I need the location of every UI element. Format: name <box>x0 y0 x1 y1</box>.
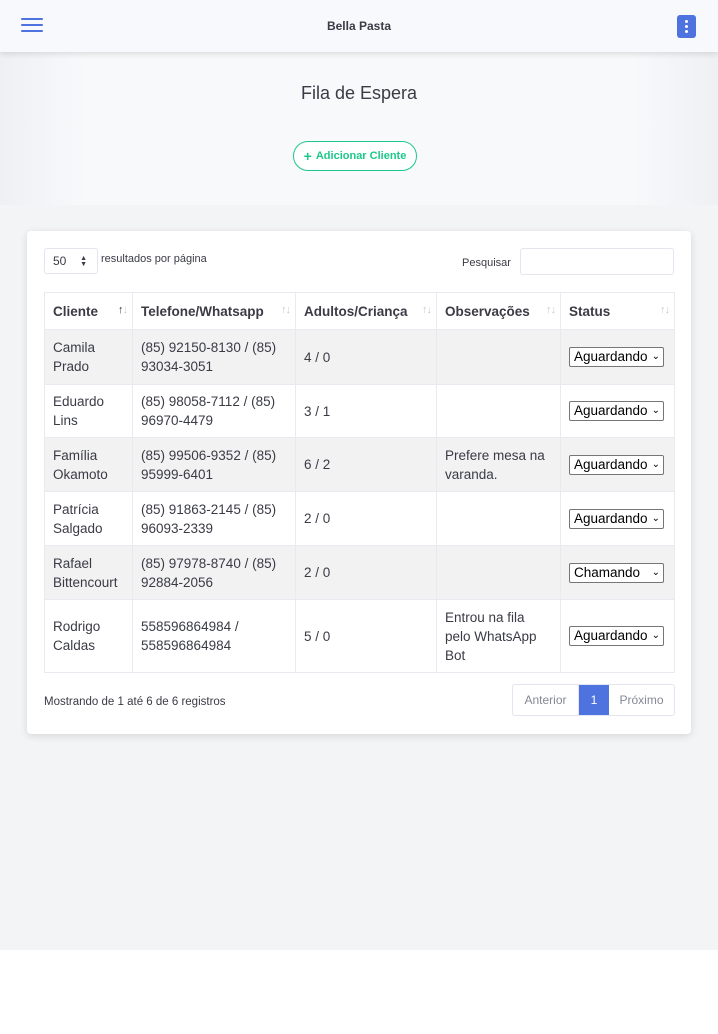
column-label: Telefone/Whatsapp <box>141 303 264 319</box>
cell-telefone: (85) 99506-9352 / (85) 95999-6401 <box>132 437 296 492</box>
cell-cliente: Rafael Bittencourt <box>44 545 133 600</box>
status-value: Aguardando <box>574 349 648 364</box>
cell-status: Aguardando ⌄ <box>560 599 675 673</box>
pagination-previous[interactable]: Anterior <box>513 685 579 715</box>
cell-status: Chamando ⌄ <box>560 545 675 600</box>
brand-title: Bella Pasta <box>326 19 392 33</box>
cell-observacoes <box>436 384 561 438</box>
column-header-telefone[interactable]: Telefone/Whatsapp ↑↓ <box>132 292 296 330</box>
status-select[interactable]: Aguardando ⌄ <box>569 401 664 421</box>
table-row: Família Okamoto (85) 99506-9352 / (85) 9… <box>44 437 675 492</box>
cell-telefone: (85) 97978-8740 / (85) 92884-2056 <box>132 545 296 600</box>
chevron-down-icon: ⌄ <box>651 458 660 470</box>
cell-status: Aguardando ⌄ <box>560 329 675 385</box>
cell-status: Aguardando ⌄ <box>560 437 675 492</box>
sort-icon: ↑↓ <box>281 304 291 316</box>
status-select[interactable]: Aguardando ⌄ <box>569 347 664 367</box>
hamburger-menu-icon[interactable] <box>21 18 43 34</box>
cell-observacoes <box>436 491 561 546</box>
status-select[interactable]: Chamando ⌄ <box>569 562 664 583</box>
table-header-row: Cliente ↑↓ Telefone/Whatsapp ↑↓ Adultos/Cr… <box>44 292 675 330</box>
cell-pessoas: 2 / 0 <box>295 545 437 600</box>
column-label: Observações <box>445 303 530 319</box>
table-info: Mostrando de 1 até 6 de 6 registros <box>44 696 226 708</box>
add-client-label: Adicionar Cliente <box>315 150 407 162</box>
column-header-cliente[interactable]: Cliente ↑↓ <box>44 292 133 330</box>
cell-observacoes: Entrou na fila pelo WhatsApp Bot <box>436 599 561 673</box>
cell-telefone: (85) 91863-2145 / (85) 96093-2339 <box>132 491 296 546</box>
cell-telefone: (85) 98058-7112 / (85) 96970-4479 <box>132 384 296 438</box>
search-input[interactable] <box>520 248 674 275</box>
add-client-button[interactable]: + Adicionar Cliente <box>293 141 417 171</box>
page-length-select[interactable]: 50 ▲ ▼ <box>44 248 98 274</box>
status-value: Chamando <box>574 564 641 580</box>
column-label: Adultos/Criança <box>304 303 408 319</box>
cell-telefone: (85) 92150-8130 / (85) 93034-3051 <box>132 329 296 385</box>
cell-cliente: Rodrigo Caldas <box>44 599 133 673</box>
status-value: Aguardando <box>574 456 648 472</box>
sort-icon: ↑↓ <box>660 304 670 316</box>
status-value: Aguardando <box>574 403 648 418</box>
page-length-label: resultados por página <box>101 253 207 265</box>
cell-cliente: Família Okamoto <box>44 437 133 492</box>
queue-card: 50 ▲ ▼ resultados por página Pesquisar Cl… <box>27 231 691 734</box>
status-select[interactable]: Aguardando ⌄ <box>569 454 664 475</box>
cell-pessoas: 3 / 1 <box>295 384 437 438</box>
cell-status: Aguardando ⌄ <box>560 384 675 438</box>
status-value: Aguardando <box>574 510 648 526</box>
select-updown-icon: ▲ ▼ <box>80 255 87 268</box>
page-header <box>0 52 718 205</box>
pagination: Anterior 1 Próximo <box>512 684 675 716</box>
sort-icon: ↑↓ <box>422 304 432 316</box>
status-select[interactable]: Aguardando ⌄ <box>569 626 664 646</box>
plus-icon: + <box>303 148 312 164</box>
chevron-down-icon: ⌄ <box>651 512 660 524</box>
cell-observacoes <box>436 329 561 385</box>
sort-icon: ↑↓ <box>118 304 128 316</box>
chevron-down-icon: ⌄ <box>651 351 660 362</box>
cell-observacoes <box>436 545 561 600</box>
cell-pessoas: 4 / 0 <box>295 329 437 385</box>
cell-observacoes: Prefere mesa na varanda. <box>436 437 561 492</box>
table-row: Eduardo Lins (85) 98058-7112 / (85) 9697… <box>44 384 675 438</box>
table-row: Patrícia Salgado (85) 91863-2145 / (85) … <box>44 491 675 546</box>
cell-cliente: Camila Prado <box>44 329 133 385</box>
column-label: Cliente <box>53 303 99 319</box>
column-header-observacoes[interactable]: Observações ↑↓ <box>436 292 561 330</box>
table-row: Rodrigo Caldas 558596864984 / 5585968649… <box>44 599 675 673</box>
column-header-status[interactable]: Status ↑↓ <box>560 292 675 330</box>
cell-pessoas: 5 / 0 <box>295 599 437 673</box>
chevron-down-icon: ⌄ <box>651 630 660 641</box>
cell-cliente: Patrícia Salgado <box>44 491 133 546</box>
queue-table: Cliente ↑↓ Telefone/Whatsapp ↑↓ Adultos/Cr… <box>44 292 675 673</box>
page-title: Fila de Espera <box>300 83 418 103</box>
sort-icon: ↑↓ <box>546 304 556 316</box>
page-length-value: 50 <box>53 254 67 268</box>
kebab-menu-icon[interactable] <box>677 15 696 38</box>
chevron-down-icon: ⌄ <box>651 566 660 578</box>
top-navbar: Bella Pasta <box>0 0 718 52</box>
table-row: Camila Prado (85) 92150-8130 / (85) 9303… <box>44 329 675 385</box>
cell-cliente: Eduardo Lins <box>44 384 133 438</box>
chevron-down-icon: ⌄ <box>651 405 660 416</box>
search-label: Pesquisar <box>462 257 511 269</box>
table-row: Rafael Bittencourt (85) 97978-8740 / (85… <box>44 545 675 600</box>
cell-status: Aguardando ⌄ <box>560 491 675 546</box>
status-select[interactable]: Aguardando ⌄ <box>569 508 664 529</box>
pagination-next[interactable]: Próximo <box>609 685 674 715</box>
column-label: Status <box>569 303 611 319</box>
pagination-page-1[interactable]: 1 <box>579 685 609 715</box>
status-value: Aguardando <box>574 628 648 643</box>
cell-telefone: 558596864984 / 558596864984 <box>132 599 296 673</box>
cell-pessoas: 6 / 2 <box>295 437 437 492</box>
column-header-adultos[interactable]: Adultos/Criança ↑↓ <box>295 292 437 330</box>
cell-pessoas: 2 / 0 <box>295 491 437 546</box>
